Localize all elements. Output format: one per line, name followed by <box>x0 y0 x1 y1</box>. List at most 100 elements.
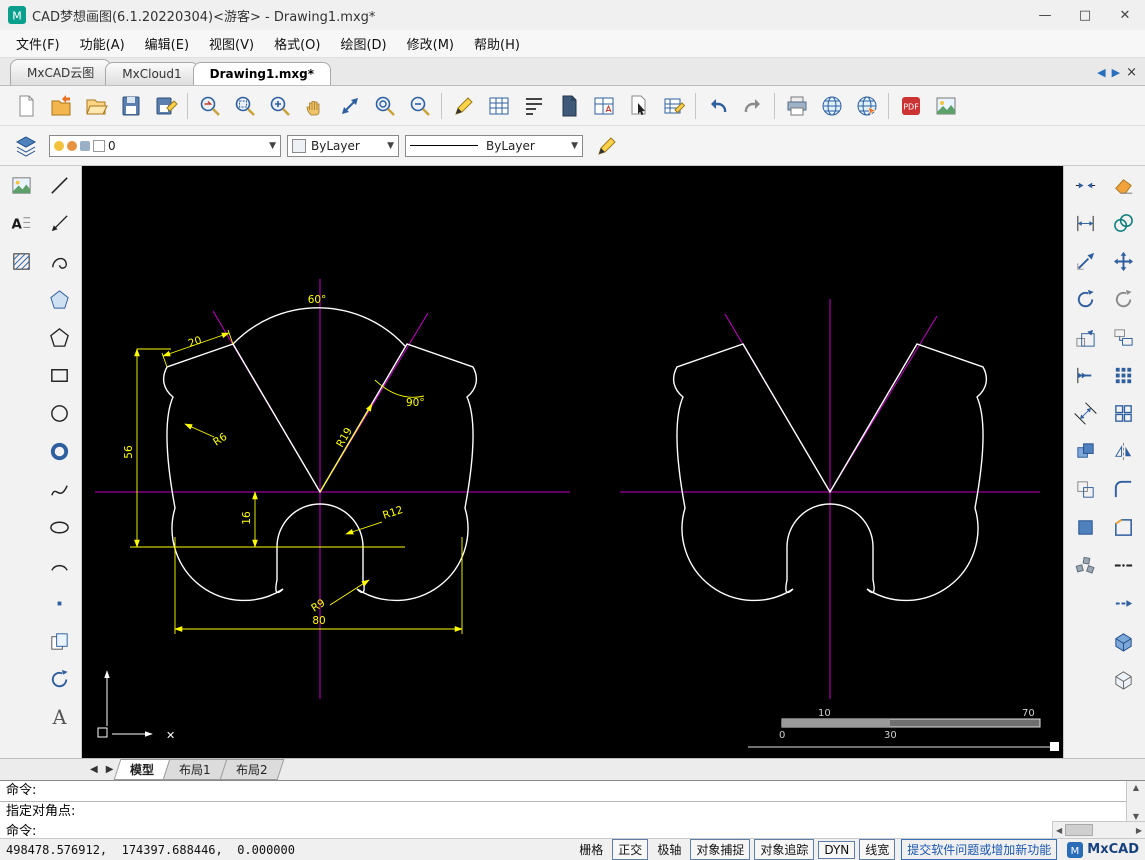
ellipse-button[interactable] <box>41 508 79 546</box>
zoom-window-button[interactable] <box>227 89 262 123</box>
arc-button[interactable] <box>41 546 79 584</box>
scroll-right-icon[interactable]: ▶ <box>1133 826 1145 835</box>
open-drawing-button[interactable] <box>43 89 78 123</box>
dim-aligned-button[interactable] <box>1067 394 1105 432</box>
open-folder-button[interactable] <box>78 89 113 123</box>
explode-button[interactable] <box>1067 546 1105 584</box>
leader-button[interactable] <box>41 204 79 242</box>
print-button[interactable] <box>779 89 814 123</box>
doc-tab-drawing1[interactable]: Drawing1.mxg* <box>192 62 331 85</box>
feedback-link[interactable]: 提交软件问题或增加新功能 <box>901 839 1058 860</box>
maximize-button[interactable]: □ <box>1065 0 1105 30</box>
text-style-button[interactable] <box>516 89 551 123</box>
dim-linear-button[interactable] <box>1067 204 1105 242</box>
polar-toggle[interactable]: 极轴 <box>652 840 686 859</box>
copy-rotate-button[interactable] <box>41 660 79 698</box>
tab-close-icon[interactable]: × <box>1126 65 1137 80</box>
zoom-scale-button[interactable] <box>332 89 367 123</box>
grid-toggle[interactable]: 栅格 <box>574 840 608 859</box>
copy-circle-button[interactable] <box>1105 204 1143 242</box>
block-button[interactable] <box>41 622 79 660</box>
menu-item-format[interactable]: 格式(O) <box>264 31 330 56</box>
layout-tab-layout2[interactable]: 布局2 <box>219 759 285 780</box>
offset-button[interactable] <box>1067 470 1105 508</box>
table-text-button[interactable] <box>586 89 621 123</box>
color-draw-button[interactable] <box>446 89 481 123</box>
menu-item-help[interactable]: 帮助(H) <box>464 31 530 56</box>
command-horizontal-scrollbar[interactable]: ◀ ▶ <box>1052 821 1145 838</box>
redo-button[interactable] <box>735 89 770 123</box>
menu-item-file[interactable]: 文件(F) <box>6 31 70 56</box>
break-button[interactable] <box>1067 166 1105 204</box>
stretch-button[interactable] <box>1067 242 1105 280</box>
linetype-scale-button[interactable] <box>1105 546 1143 584</box>
polyline-edit-button[interactable] <box>1105 584 1143 622</box>
layout-tab-layout1[interactable]: 布局1 <box>163 759 228 780</box>
pan-button[interactable] <box>297 89 332 123</box>
array-rect-button[interactable] <box>1105 394 1143 432</box>
close-button[interactable]: ✕ <box>1105 0 1145 30</box>
undo-button[interactable] <box>700 89 735 123</box>
mtext-button[interactable] <box>3 204 41 242</box>
scale-button[interactable] <box>1067 318 1105 356</box>
circle-button[interactable] <box>41 394 79 432</box>
linetype-select[interactable]: ByLayer ▼ <box>405 134 583 157</box>
extend-button[interactable] <box>1067 356 1105 394</box>
table-edit-button[interactable] <box>656 89 691 123</box>
menu-item-view[interactable]: 视图(V) <box>199 31 264 56</box>
named-view-button[interactable] <box>551 89 586 123</box>
lineweight-toggle[interactable]: 线宽 <box>859 839 896 860</box>
dyn-toggle[interactable]: DYN <box>818 840 856 859</box>
rotate-button[interactable] <box>1067 280 1105 318</box>
scroll-left-icon[interactable]: ◀ <box>1053 826 1065 835</box>
layer-manager-button[interactable] <box>8 129 43 163</box>
otrack-toggle[interactable]: 对象追踪 <box>754 839 815 860</box>
rectangle-button[interactable] <box>41 356 79 394</box>
text-tool-button[interactable] <box>41 698 79 736</box>
layer-select[interactable]: 0 ▼ <box>49 134 281 157</box>
donut-button[interactable] <box>41 432 79 470</box>
zoom-in-button[interactable] <box>262 89 297 123</box>
color-select[interactable]: ByLayer ▼ <box>287 134 399 157</box>
lineweight-pencil-button[interactable] <box>589 129 624 163</box>
rotate-reference-button[interactable] <box>1105 280 1143 318</box>
erase-button[interactable] <box>1105 166 1143 204</box>
surface-button[interactable] <box>1105 660 1143 698</box>
command-vertical-scrollbar[interactable]: ▲ ▼ <box>1126 781 1145 823</box>
doc-tab-mxcloud1[interactable]: MxCloud1 <box>105 62 199 85</box>
table-button[interactable] <box>481 89 516 123</box>
polyline-button[interactable] <box>41 242 79 280</box>
scroll-up-icon[interactable]: ▲ <box>1133 781 1139 794</box>
open-url-button[interactable] <box>849 89 884 123</box>
command-panel[interactable]: 命令: 指定对角点: 命令: ▲ ▼ ◀ ▶ <box>0 780 1145 839</box>
hatch-button[interactable] <box>3 242 41 280</box>
array-button[interactable] <box>1105 356 1143 394</box>
point-button[interactable] <box>41 584 79 622</box>
align-button[interactable] <box>1105 318 1143 356</box>
tab-scroll-left-icon[interactable]: ◀ <box>1097 66 1105 79</box>
chamfer-button[interactable] <box>1105 508 1143 546</box>
save-button[interactable] <box>113 89 148 123</box>
polygon-button[interactable] <box>41 318 79 356</box>
mirror-button[interactable] <box>1105 432 1143 470</box>
zoom-out-button[interactable] <box>402 89 437 123</box>
osnap-toggle[interactable]: 对象捕捉 <box>690 839 751 860</box>
export-image-button[interactable] <box>928 89 963 123</box>
ortho-toggle[interactable]: 正交 <box>612 839 649 860</box>
pentagon-button[interactable] <box>41 280 79 318</box>
publish-web-button[interactable] <box>814 89 849 123</box>
spline-button[interactable] <box>41 470 79 508</box>
select-set-button[interactable] <box>621 89 656 123</box>
move-button[interactable] <box>1105 242 1143 280</box>
zoom-extents-button[interactable] <box>367 89 402 123</box>
menu-item-edit[interactable]: 编辑(E) <box>135 31 199 56</box>
save-as-button[interactable] <box>148 89 183 123</box>
doc-tab-mxcad-cloud[interactable]: MxCAD云图 <box>10 59 112 85</box>
zoom-previous-button[interactable] <box>192 89 227 123</box>
menu-item-modify[interactable]: 修改(M) <box>397 31 464 56</box>
menu-item-function[interactable]: 功能(A) <box>70 31 135 56</box>
scrollbar-thumb[interactable] <box>1065 824 1094 836</box>
new-file-button[interactable] <box>8 89 43 123</box>
insert-image-button[interactable] <box>3 166 41 204</box>
menu-item-draw[interactable]: 绘图(D) <box>330 31 396 56</box>
